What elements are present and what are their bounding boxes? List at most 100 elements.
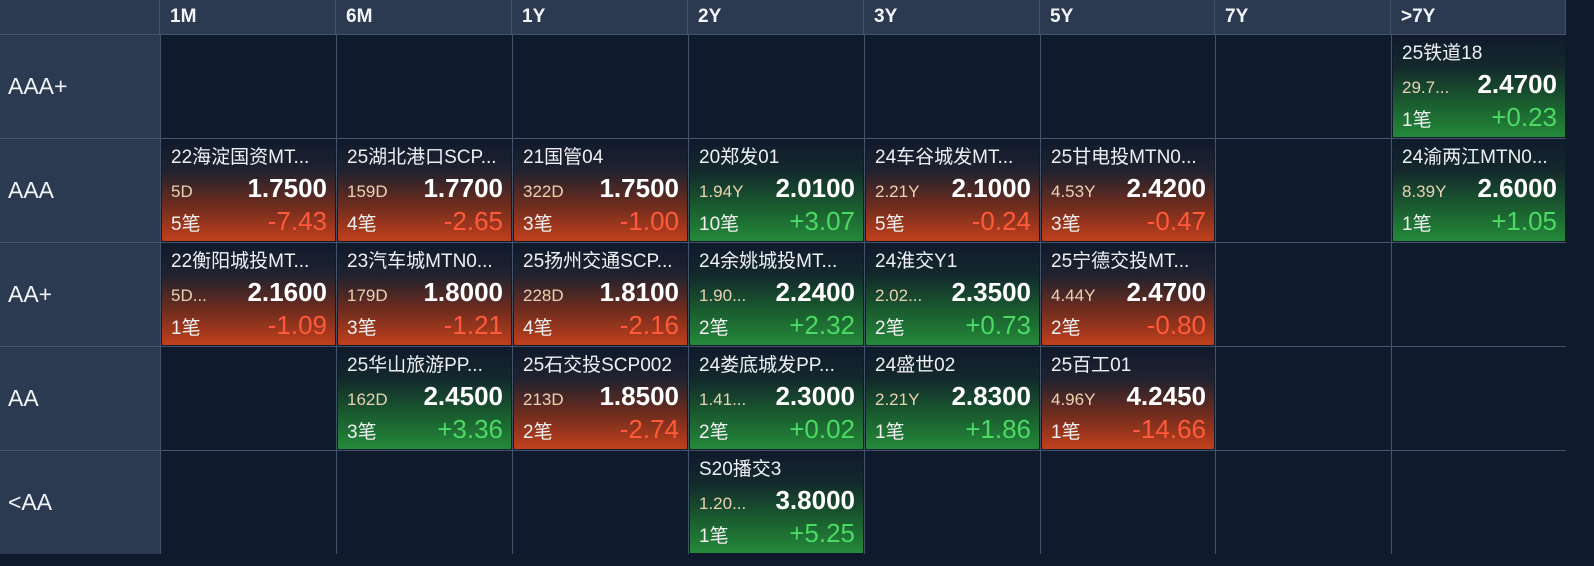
grid-cell[interactable]: 24渝两江MTN0... 8.39Y 2.6000 1笔 +1.05	[1391, 138, 1566, 242]
grid-cell[interactable]: 24娄底城发PP... 1.41... 2.3000 2笔 +0.02	[688, 346, 864, 450]
bond-term: 4.53Y	[1051, 182, 1096, 201]
bond-card[interactable]: 24渝两江MTN0... 8.39Y 2.6000 1笔 +1.05	[1393, 140, 1565, 241]
grid-cell[interactable]: 20郑发01 1.94Y 2.0100 10笔 +3.07	[688, 138, 864, 242]
grid-cell[interactable]: 25扬州交通SCP... 228D 1.8100 4笔 -2.16	[512, 242, 688, 346]
bond-card[interactable]: 24淮交Y1 2.02... 2.3500 2笔 +0.73	[866, 244, 1039, 345]
bond-term: 2.21Y	[875, 182, 920, 201]
trade-count: 2笔	[875, 318, 905, 339]
grid-cell[interactable]: 22衡阳城投MT... 5D... 2.1600 1笔 -1.09	[160, 242, 336, 346]
bond-name: S20播交3	[699, 459, 782, 480]
grid-cell[interactable]: 25铁道18 29.7... 2.4700 1笔 +0.23	[1391, 34, 1566, 138]
bond-yield: 2.3500	[951, 277, 1031, 307]
bond-card[interactable]: 25宁德交投MT... 4.44Y 2.4700 2笔 -0.80	[1042, 244, 1214, 345]
bond-mid-line: 8.39Y 2.6000	[1402, 173, 1557, 204]
grid-cell[interactable]: 22海淀国资MT... 5D 1.7500 5笔 -7.43	[160, 138, 336, 242]
bond-mid-line: 322D 1.7500	[523, 173, 679, 204]
grid-cell[interactable]: 25宁德交投MT... 4.44Y 2.4700 2笔 -0.80	[1040, 242, 1215, 346]
grid-cell	[160, 34, 336, 138]
trade-count: 5笔	[171, 214, 201, 235]
bond-card[interactable]: 21国管04 322D 1.7500 3笔 -1.00	[514, 140, 687, 241]
yield-change: +2.32	[789, 310, 855, 340]
column-header-5[interactable]: 5Y	[1040, 0, 1215, 34]
grid-cell[interactable]: 24余姚城投MT... 1.90... 2.2400 2笔 +2.32	[688, 242, 864, 346]
bond-card[interactable]: 25甘电投MTN0... 4.53Y 2.4200 3笔 -0.47	[1042, 140, 1214, 241]
bond-card[interactable]: 25铁道18 29.7... 2.4700 1笔 +0.23	[1393, 36, 1565, 137]
bond-card[interactable]: 24盛世02 2.21Y 2.8300 1笔 +1.86	[866, 348, 1039, 449]
bond-yield: 1.8100	[599, 277, 679, 307]
column-header-0[interactable]: 1M	[160, 0, 336, 34]
bond-card[interactable]: 25湖北港口SCP... 159D 1.7700 4笔 -2.65	[338, 140, 511, 241]
bond-card[interactable]: 24余姚城投MT... 1.90... 2.2400 2笔 +2.32	[690, 244, 863, 345]
column-header-4[interactable]: 3Y	[864, 0, 1040, 34]
bond-name: 24渝两江MTN0...	[1402, 147, 1548, 168]
trade-count: 2笔	[1051, 318, 1081, 339]
bond-card[interactable]: 22衡阳城投MT... 5D... 2.1600 1笔 -1.09	[162, 244, 335, 345]
bond-mid-line: 5D... 2.1600	[171, 277, 327, 308]
bond-yield: 1.7700	[423, 173, 503, 203]
bond-card[interactable]: 23汽车城MTN0... 179D 1.8000 3笔 -1.21	[338, 244, 511, 345]
bond-mid-line: 2.21Y 2.1000	[875, 173, 1031, 204]
row-label-4: <AA	[0, 450, 160, 554]
bond-term: 2.02...	[875, 286, 923, 305]
bond-bottom-line: 3笔 +3.36	[347, 414, 503, 445]
bond-bottom-line: 1笔 -14.66	[1051, 414, 1206, 445]
bond-card[interactable]: 24车谷城发MT... 2.21Y 2.1000 5笔 -0.24	[866, 140, 1039, 241]
grid-cell[interactable]: 25湖北港口SCP... 159D 1.7700 4笔 -2.65	[336, 138, 512, 242]
bond-name: 25扬州交通SCP...	[523, 251, 673, 272]
grid-cell[interactable]: 25华山旅游PP... 162D 2.4500 3笔 +3.36	[336, 346, 512, 450]
grid-cell	[336, 450, 512, 554]
trade-count: 3笔	[1051, 214, 1081, 235]
bond-card[interactable]: 25华山旅游PP... 162D 2.4500 3笔 +3.36	[338, 348, 511, 449]
grid-cell[interactable]: 25石交投SCP002 213D 1.8500 2笔 -2.74	[512, 346, 688, 450]
yield-change: +1.86	[965, 414, 1031, 444]
bond-bottom-line: 10笔 +3.07	[699, 206, 855, 237]
bond-card[interactable]: 25石交投SCP002 213D 1.8500 2笔 -2.74	[514, 348, 687, 449]
trade-count: 3笔	[347, 318, 377, 339]
bond-bottom-line: 5笔 -0.24	[875, 206, 1031, 237]
bond-bottom-line: 1笔 -1.09	[171, 310, 327, 341]
bond-mid-line: 1.94Y 2.0100	[699, 173, 855, 204]
bond-card[interactable]: 20郑发01 1.94Y 2.0100 10笔 +3.07	[690, 140, 863, 241]
bond-name: 25石交投SCP002	[523, 355, 672, 376]
grid-cell[interactable]: 24车谷城发MT... 2.21Y 2.1000 5笔 -0.24	[864, 138, 1040, 242]
column-header-6[interactable]: 7Y	[1215, 0, 1391, 34]
column-header-7[interactable]: >7Y	[1391, 0, 1566, 34]
bond-mid-line: 228D 1.8100	[523, 277, 679, 308]
bond-card[interactable]: 22海淀国资MT... 5D 1.7500 5笔 -7.43	[162, 140, 335, 241]
column-header-1[interactable]: 6M	[336, 0, 512, 34]
grid-cell	[864, 450, 1040, 554]
yield-change: -2.65	[443, 206, 503, 236]
grid-cell[interactable]: 25甘电投MTN0... 4.53Y 2.4200 3笔 -0.47	[1040, 138, 1215, 242]
bond-term: 213D	[523, 390, 564, 409]
yield-change: +3.36	[437, 414, 503, 444]
bond-name: 25百工01	[1051, 355, 1132, 376]
bond-term: 159D	[347, 182, 388, 201]
bond-yield: 2.8300	[951, 381, 1031, 411]
grid-cell[interactable]: 21国管04 322D 1.7500 3笔 -1.00	[512, 138, 688, 242]
grid-cell[interactable]: S20播交3 1.20... 3.8000 1笔 +5.25	[688, 450, 864, 554]
bond-term: 4.96Y	[1051, 390, 1096, 409]
bond-mid-line: 1.20... 3.8000	[699, 485, 855, 516]
corner-header	[0, 0, 160, 34]
bond-yield: 2.1000	[951, 173, 1031, 203]
bond-yield: 1.8000	[423, 277, 503, 307]
grid-cell[interactable]: 25百工01 4.96Y 4.2450 1笔 -14.66	[1040, 346, 1215, 450]
bond-card[interactable]: S20播交3 1.20... 3.8000 1笔 +5.25	[690, 452, 863, 553]
grid-cell	[512, 450, 688, 554]
yield-change: -2.16	[619, 310, 679, 340]
bond-card[interactable]: 25扬州交通SCP... 228D 1.8100 4笔 -2.16	[514, 244, 687, 345]
grid-cell	[160, 450, 336, 554]
yield-change: +0.02	[789, 414, 855, 444]
bond-term: 29.7...	[1402, 78, 1450, 97]
row-label-1: AAA	[0, 138, 160, 242]
trade-count: 3笔	[523, 214, 553, 235]
grid-cell[interactable]: 24盛世02 2.21Y 2.8300 1笔 +1.86	[864, 346, 1040, 450]
grid-cell[interactable]: 24淮交Y1 2.02... 2.3500 2笔 +0.73	[864, 242, 1040, 346]
column-header-2[interactable]: 1Y	[512, 0, 688, 34]
column-header-3[interactable]: 2Y	[688, 0, 864, 34]
bond-card[interactable]: 24娄底城发PP... 1.41... 2.3000 2笔 +0.02	[690, 348, 863, 449]
bond-yield: 2.6000	[1477, 173, 1557, 203]
grid-cell[interactable]: 23汽车城MTN0... 179D 1.8000 3笔 -1.21	[336, 242, 512, 346]
grid-cell	[1391, 242, 1566, 346]
bond-card[interactable]: 25百工01 4.96Y 4.2450 1笔 -14.66	[1042, 348, 1214, 449]
